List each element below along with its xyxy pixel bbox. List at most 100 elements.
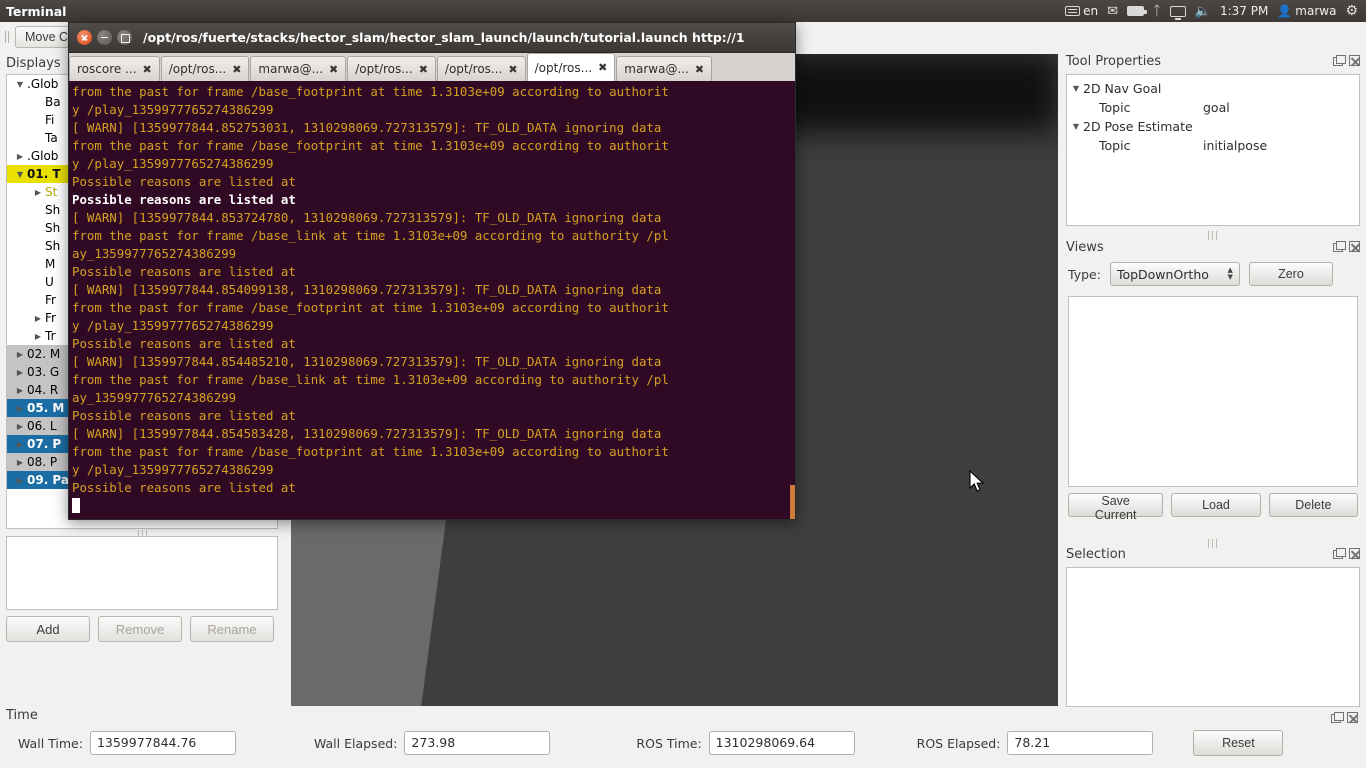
terminal-scrollbar[interactable] [790,81,795,519]
chevron-right-icon[interactable]: ▶ [13,152,27,161]
chevron-down-icon[interactable]: ▼ [1069,122,1083,131]
float-icon[interactable] [1331,712,1344,723]
terminal-line: [ WARN] [1359977844.854485210, 131029806… [72,354,662,369]
wall-time-input[interactable]: 1359977844.76 [89,731,236,755]
float-icon[interactable] [1333,241,1346,252]
volume-indicator[interactable]: 🔈 [1195,5,1211,18]
time-dock-title: Time [6,708,38,723]
close-icon[interactable] [1349,548,1360,559]
terminal-tab[interactable]: /opt/ros... ✖ [160,56,250,81]
right-dock-column: Tool Properties ▼ 2D Nav Goal Topic goal ▼ 2D… [1060,54,1366,707]
tool-property-group[interactable]: ▼ 2D Nav Goal [1069,79,1357,98]
window-minimize-icon[interactable] [97,30,112,45]
terminal-tab[interactable]: /opt/ros... ✖ [526,53,616,81]
session-indicator[interactable]: 👤 marwa [1277,5,1336,17]
selection-box[interactable] [1066,567,1360,707]
terminal-window[interactable]: /opt/ros/fuerte/stacks/hector_slam/hecto… [68,22,796,520]
terminal-line: Possible reasons are listed at [72,480,296,495]
tab-close-icon[interactable]: ✖ [598,61,607,74]
terminal-line: Possible reasons are listed at [72,336,296,351]
tab-close-icon[interactable]: ✖ [695,63,704,76]
tab-close-icon[interactable]: ✖ [508,63,517,76]
chevron-down-icon[interactable]: ▼ [1069,84,1083,93]
terminal-line: from the past for frame /base_link at ti… [72,228,669,243]
chevron-right-icon[interactable]: ▶ [13,440,27,449]
system-tray: en ✉ ᛏ 🔈 1:37 PM 👤 marwa ⚙ [1065,4,1366,20]
terminal-tab-bar[interactable]: roscore ... ✖/opt/ros... ✖ marwa@... ✖/opt/r… [69,53,795,81]
chevron-right-icon[interactable]: ▶ [13,404,27,413]
views-load-button[interactable]: Load [1171,493,1261,517]
chevron-right-icon[interactable]: ▶ [13,422,27,431]
tool-property-value[interactable]: goal [1203,100,1230,115]
mail-indicator[interactable]: ✉ [1107,5,1118,18]
chevron-right-icon[interactable]: ▶ [13,350,27,359]
tab-close-icon[interactable]: ✖ [143,63,152,76]
scrollbar-thumb[interactable] [790,485,795,519]
keyboard-layout-label: en [1083,4,1099,18]
tool-property-row[interactable]: Topic initialpose [1069,136,1357,155]
float-icon[interactable] [1333,55,1346,66]
terminal-titlebar[interactable]: /opt/ros/fuerte/stacks/hector_slam/hecto… [69,23,795,53]
terminal-tab[interactable]: marwa@... ✖ [250,56,347,81]
display-tree-label: U [45,275,54,289]
tab-close-icon[interactable]: ✖ [419,63,428,76]
remove-display-button[interactable]: Remove [98,616,182,642]
terminal-line: from the past for frame /base_footprint … [72,444,669,459]
ros-elapsed-input[interactable]: 78.21 [1007,731,1154,755]
wall-elapsed-input[interactable]: 273.98 [404,731,551,755]
chevron-right-icon[interactable]: ▶ [31,332,45,341]
bluetooth-icon: ᛏ [1152,3,1161,19]
tab-close-icon[interactable]: ✖ [329,63,338,76]
views-splitter[interactable]: ||| [1060,539,1366,549]
float-icon[interactable] [1333,548,1346,559]
power-indicator[interactable]: ⚙ [1345,4,1358,18]
chevron-right-icon[interactable]: ▶ [31,314,45,323]
terminal-tab[interactable]: marwa@... ✖ [616,56,713,81]
clock-indicator[interactable]: 1:37 PM [1220,5,1268,17]
views-list-box[interactable] [1068,296,1358,487]
tool-property-group[interactable]: ▼ 2D Pose Estimate [1069,117,1357,136]
chevron-down-icon[interactable]: ▼ [13,170,27,179]
close-icon[interactable] [1349,241,1360,252]
tool-property-row[interactable]: Topic goal [1069,98,1357,117]
terminal-tab[interactable]: /opt/ros... ✖ [436,56,526,81]
tool-properties-splitter[interactable]: ||| [1060,231,1366,241]
display-properties-panel[interactable] [6,536,278,610]
terminal-output[interactable]: from the past for frame /base_footprint … [69,81,795,519]
rename-display-button[interactable]: Rename [190,616,274,642]
chevron-right-icon[interactable]: ▶ [13,476,27,485]
tool-properties-box[interactable]: ▼ 2D Nav Goal Topic goal ▼ 2D Pose Estimate To… [1066,74,1360,226]
views-zero-button[interactable]: Zero [1248,262,1333,286]
gear-power-icon: ⚙ [1345,3,1358,19]
bluetooth-indicator[interactable]: ᛏ [1153,5,1161,18]
terminal-tab[interactable]: roscore ... ✖ [69,56,160,81]
ros-time-input[interactable]: 1310298069.64 [708,731,855,755]
chevron-right-icon[interactable]: ▶ [13,386,27,395]
terminal-tab[interactable]: /opt/ros... ✖ [347,56,436,81]
display-tree-label: 01. T [27,167,61,181]
views-delete-button[interactable]: Delete [1268,493,1359,517]
toolbar-drag-handle[interactable] [2,27,12,47]
close-icon[interactable] [1347,712,1358,723]
add-display-button[interactable]: Add [6,616,90,642]
chevron-right-icon[interactable]: ▶ [13,458,27,467]
window-maximize-icon[interactable] [117,30,132,45]
keyboard-layout-indicator[interactable]: en [1065,5,1098,17]
chevron-right-icon[interactable]: ▶ [31,188,45,197]
terminal-tab-label: marwa@... [624,62,689,76]
display-tree-label: 02. M [27,347,61,361]
tab-close-icon[interactable]: ✖ [232,63,241,76]
battery-indicator[interactable] [1126,6,1147,16]
chevron-right-icon[interactable]: ▶ [13,368,27,377]
time-reset-button[interactable]: Reset [1193,730,1284,756]
views-type-select[interactable]: TopDownOrtho ▲ ▼ [1109,262,1240,286]
display-indicator[interactable] [1169,5,1186,20]
views-type-label: Type: [1068,266,1101,282]
close-icon[interactable] [1349,55,1360,66]
chevron-updown-icon: ▲ ▼ [1227,266,1233,281]
terminal-cursor-line [72,497,795,515]
views-save-current-button[interactable]: Save Current [1068,493,1164,522]
window-close-icon[interactable] [77,30,92,45]
chevron-down-icon[interactable]: ▼ [13,80,27,89]
tool-property-value[interactable]: initialpose [1203,138,1267,153]
